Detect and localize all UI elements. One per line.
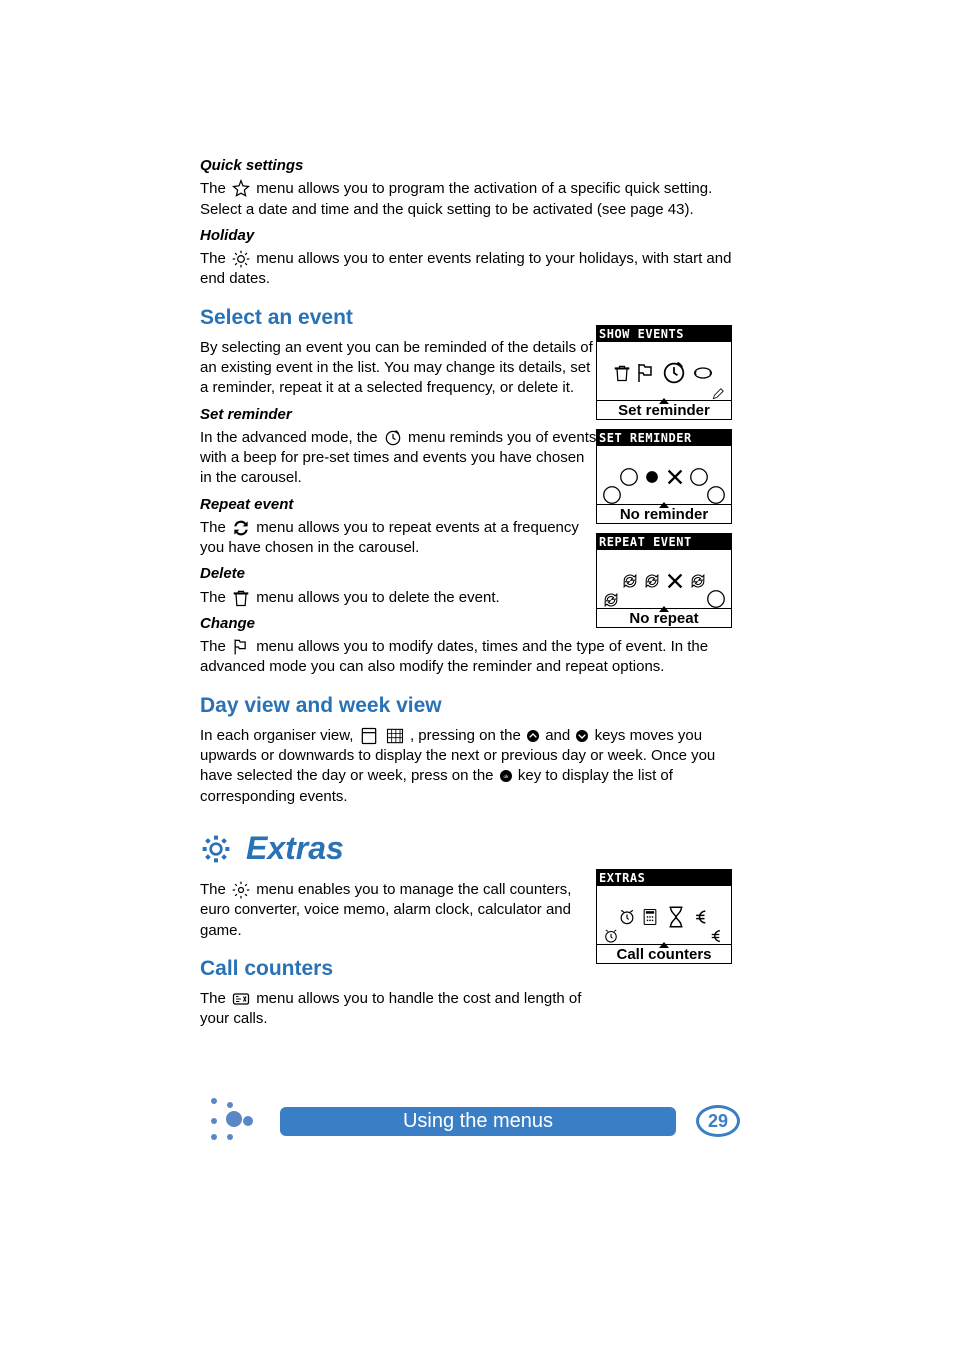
gear-icon [200,833,232,865]
text: The [200,638,230,655]
num-circle-icon [601,484,623,506]
repeat-icon [230,518,252,538]
star-icon [230,179,252,199]
extras-heading: Extras [200,827,740,870]
holiday-text: The menu allows you to enter events rela… [200,249,740,290]
delete-text: The menu allows you to delete the event. [200,588,600,608]
select-event-text: By selecting an event you can be reminde… [200,338,600,399]
call-counters-heading: Call counters [200,955,600,983]
arrow-up-icon [659,942,669,948]
calc-icon [640,907,660,927]
set-reminder-text: In the advanced mode, the menu reminds y… [200,428,600,489]
select-event-heading: Select an event [200,304,600,332]
delete-heading: Delete [200,564,600,584]
quick-settings-heading: Quick settings [200,156,740,176]
repeat-small-icon [601,590,621,610]
arrow-up-icon [659,502,669,508]
call-counters-text: The menu allows you to handle the cost a… [200,989,600,1030]
screen-repeat-event: REPEAT EVENT No repeat [596,533,732,628]
repeat-small-icon [620,571,640,591]
x-icon [664,466,686,488]
screen-title: SET REMINDER [597,430,731,446]
alarm-icon [617,907,637,927]
text: menu allows you to program the activatio… [200,180,712,217]
arrow-up-icon [659,606,669,612]
text: The [200,881,230,898]
screen-title: REPEAT EVENT [597,534,731,550]
repeat-event-heading: Repeat event [200,495,600,515]
pencil-icon [711,387,725,401]
text: , pressing on the [410,727,525,744]
alarm-icon [602,927,620,945]
text: menu allows you to handle the cost and l… [200,990,581,1027]
euro-icon [692,907,712,927]
week-icon [384,726,406,746]
flag-icon [634,361,658,385]
screen-title: EXTRAS [597,870,731,886]
text: The [200,519,230,536]
trash-icon [612,363,632,383]
text: and [545,727,574,744]
dot-icon [642,467,662,487]
text: The [200,180,230,197]
clock-icon [382,428,404,448]
screen-title: SHOW EVENTS [597,326,731,342]
dot-logo-icon [200,1091,260,1151]
hourglass-icon [663,904,689,930]
screen-show-events: SHOW EVENTS Set reminder [596,325,732,420]
footer: Using the menus 29 [200,1091,740,1151]
ok-icon [498,768,514,784]
screen-extras: EXTRAS Call counters [596,869,732,964]
text: The [200,589,230,606]
screen-set-reminder: SET REMINDER No reminder [596,429,732,524]
text: The [200,990,230,1007]
text: In each organiser view, [200,727,358,744]
repeat-event-text: The menu allows you to repeat events at … [200,518,600,559]
holiday-heading: Holiday [200,226,740,246]
day-week-heading: Day view and week view [200,692,740,720]
num-circle-icon [705,484,727,506]
page-number: 29 [696,1105,740,1137]
day-icon [358,726,380,746]
num-circle-icon [705,588,727,610]
flag-icon [230,637,252,657]
counter-icon [230,989,252,1009]
footer-title: Using the menus [280,1107,676,1136]
quick-settings-text: The menu allows you to program the activ… [200,179,740,220]
text: menu enables you to manage the call coun… [200,881,571,939]
set-reminder-heading: Set reminder [200,405,600,425]
extras-text: The menu enables you to manage the call … [200,880,600,941]
text: The [200,250,230,267]
text: menu allows you to modify dates, times a… [200,638,708,675]
arrow-up-icon [659,398,669,404]
text: menu allows you to enter events relating… [200,250,731,287]
day-week-text: In each organiser view, , pressing on th… [200,726,740,807]
extras-heading-text: Extras [246,827,344,870]
text: menu allows you to repeat events at a fr… [200,519,579,556]
extras-icon [230,880,252,900]
trash-icon [230,588,252,608]
sun-icon [230,249,252,269]
down-icon [574,728,590,744]
change-text: The menu allows you to modify dates, tim… [200,637,740,678]
x-icon [664,570,686,592]
repeat-small-icon [642,571,662,591]
clock-icon [660,359,688,387]
loop-icon [690,363,716,383]
euro-icon [708,927,726,945]
text: menu allows you to delete the event. [256,589,500,606]
up-icon [525,728,541,744]
text: In the advanced mode, the [200,429,382,446]
